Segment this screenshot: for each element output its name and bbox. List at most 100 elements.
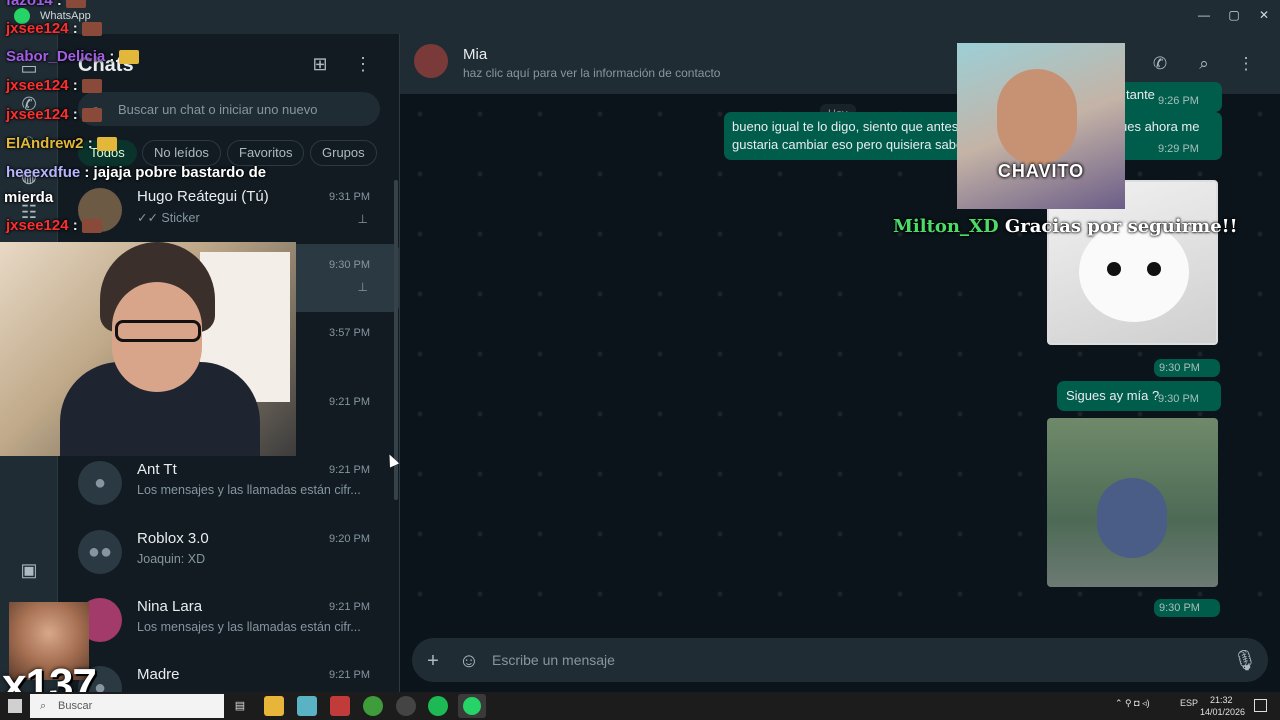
webcam-overlay	[0, 242, 296, 456]
emote-icon	[81, 108, 102, 123]
contact-avatar[interactable]	[414, 44, 448, 78]
follow-text: Gracias por seguirme!!	[1004, 216, 1238, 237]
message-time: 9:30 PM	[1159, 602, 1200, 614]
attach-icon[interactable]: +	[420, 648, 446, 674]
message-text: Sigues ay mía ?	[1066, 388, 1160, 403]
follow-user: Milton_XD	[893, 216, 999, 237]
chat-item[interactable]: ●● Roblox 3.0 9:20 PM Joaquin: XD	[58, 518, 400, 586]
sticker-cat-eye	[1147, 262, 1161, 276]
taskbar-search-label: Buscar	[58, 700, 93, 712]
start-icon[interactable]	[8, 699, 22, 713]
message-placeholder: Escribe un mensaje	[492, 652, 615, 668]
chrome-icon[interactable]	[363, 696, 383, 716]
media-icon[interactable]: ▣	[15, 556, 43, 584]
whatsapp-taskbar-icon[interactable]	[458, 694, 486, 718]
stream-chat-line: Sabor_Delicia :	[6, 48, 139, 65]
chat-msg: :	[72, 106, 78, 123]
task-view-icon[interactable]: ▤	[230, 696, 250, 716]
minimize-button[interactable]: —	[1190, 4, 1218, 26]
message-text: ues ahora me	[1120, 119, 1200, 134]
message-bubble[interactable]: Sigues ay mía ? 9:30 PM	[1057, 381, 1221, 411]
chat-time: 9:20 PM	[329, 533, 370, 545]
chat-preview: Los mensajes y las llamadas están cifr..…	[137, 620, 361, 634]
emote-icon	[81, 79, 102, 94]
chat-time: 9:21 PM	[329, 601, 370, 613]
contact-info-hint[interactable]: haz clic aquí para ver la información de…	[463, 66, 720, 80]
stream-chat-overlay: fazo14 : jxsee124 : Sabor_Delicia : jxse…	[0, 0, 300, 240]
new-chat-icon[interactable]: ⊞	[306, 50, 334, 78]
chat-user: jxsee124	[6, 77, 69, 94]
whatsapp-logo-icon	[463, 697, 481, 715]
menu-icon[interactable]: ⋮	[349, 50, 377, 78]
language-indicator[interactable]: ESP	[1180, 698, 1198, 708]
chat-user: ElAndrew2	[6, 135, 84, 152]
app-icon[interactable]	[297, 696, 317, 716]
chat-user: Sabor_Delicia	[6, 48, 106, 65]
call-icon[interactable]: ✆	[1146, 50, 1174, 78]
message-input[interactable]: + ☺ Escribe un mensaje 🎙	[412, 638, 1268, 682]
chat-user: jxsee124	[6, 106, 69, 123]
notifications-icon[interactable]	[1254, 699, 1267, 712]
stream-chat-line: fazo14 :	[6, 0, 87, 9]
sticker-time-badge: 9:30 PM	[1154, 599, 1220, 617]
chavito-label: CHAVITO	[997, 161, 1085, 181]
follow-alert: Milton_XD Gracias por seguirme!!	[893, 216, 1237, 237]
microphone-icon[interactable]: 🎙	[1232, 648, 1258, 674]
sticker-time-badge: 9:30 PM	[1154, 359, 1220, 377]
search-icon: ⌕	[40, 700, 47, 712]
chat-item[interactable]: ● Madre 9:21 PM	[58, 654, 400, 692]
chat-time: 3:57 PM	[329, 327, 370, 339]
stream-chat-line: jxsee124 :	[6, 77, 102, 94]
contact-name[interactable]: Mia	[463, 46, 487, 63]
stream-chat-line: ElAndrew2 :	[6, 135, 117, 152]
chat-msg: :	[72, 77, 78, 94]
chat-user: jxsee124	[6, 217, 69, 234]
menu-icon[interactable]: ⋮	[1232, 50, 1260, 78]
pin-icon: ⊥	[357, 280, 368, 294]
emote-icon	[81, 22, 102, 37]
chat-msg: : jajaja pobre bastardo de	[84, 164, 267, 181]
message-time: 9:29 PM	[1158, 143, 1199, 155]
clock-date[interactable]: 14/01/2026	[1200, 707, 1245, 717]
filter-groups[interactable]: Grupos	[310, 140, 377, 166]
stream-chat-line: heeexdfue : jajaja pobre bastardo de	[6, 164, 266, 181]
stitch-sticker[interactable]	[1047, 418, 1218, 587]
person-icon: ●	[78, 461, 122, 505]
app-root: WhatsApp — ▢ ✕ ▭ ✆ ◌ ◍ ☷ ▣ Chats ⊞ ⋮ ⌕ B…	[0, 0, 1280, 720]
emoji-sticker-icon[interactable]: ☺	[456, 648, 482, 674]
search-icon[interactable]: ⌕	[1190, 50, 1218, 78]
app-icon[interactable]	[330, 696, 350, 716]
close-button[interactable]: ✕	[1250, 4, 1278, 26]
sticker-cat-face	[1079, 222, 1189, 322]
taskbar-search[interactable]: ⌕ Buscar	[30, 694, 224, 718]
chat-msg: :	[72, 20, 78, 37]
conversation-panel: Mia haz clic aquí para ver la informació…	[400, 34, 1280, 692]
chat-item[interactable]: Nina Lara 9:21 PM Los mensajes y las lla…	[58, 586, 400, 654]
message-text: bueno igual te lo digo, siento que antes	[732, 119, 959, 134]
chat-time: 9:30 PM	[329, 259, 370, 271]
clock-time[interactable]: 21:32	[1210, 695, 1233, 705]
tray-icons[interactable]: ⌃ ⚲ ◘ ◃)	[1115, 698, 1150, 709]
maximize-button[interactable]: ▢	[1220, 4, 1248, 26]
chat-time: 9:21 PM	[329, 464, 370, 476]
spotify-icon[interactable]	[428, 696, 448, 716]
obs-icon[interactable]	[396, 696, 416, 716]
chat-list-scrollbar[interactable]	[394, 180, 398, 500]
pin-icon: ⊥	[357, 212, 368, 226]
chat-time: 9:21 PM	[329, 669, 370, 681]
chat-msg: :	[87, 135, 93, 152]
file-explorer-icon[interactable]	[264, 696, 284, 716]
chat-user: heeexdfue	[6, 164, 81, 181]
stream-chat-line: mierda	[4, 189, 53, 206]
sticker-cat-eye	[1107, 262, 1121, 276]
emote-icon	[96, 137, 117, 152]
chat-name: Madre	[137, 666, 180, 683]
chat-msg: :	[56, 0, 62, 9]
windows-taskbar: ⌕ Buscar ▤ ⌃ ⚲ ◘ ◃) ESP 21:32 14/01/2026	[0, 692, 1280, 720]
chat-item[interactable]: ● Ant Tt 9:21 PM Los mensajes y las llam…	[58, 449, 400, 517]
chat-user: jxsee124	[6, 20, 69, 37]
emote-icon	[81, 219, 102, 234]
message-text: gustaria cambiar eso pero quisiera sabe	[732, 137, 964, 152]
chavito-face	[997, 69, 1077, 165]
stream-chat-line: jxsee124 :	[6, 217, 102, 234]
